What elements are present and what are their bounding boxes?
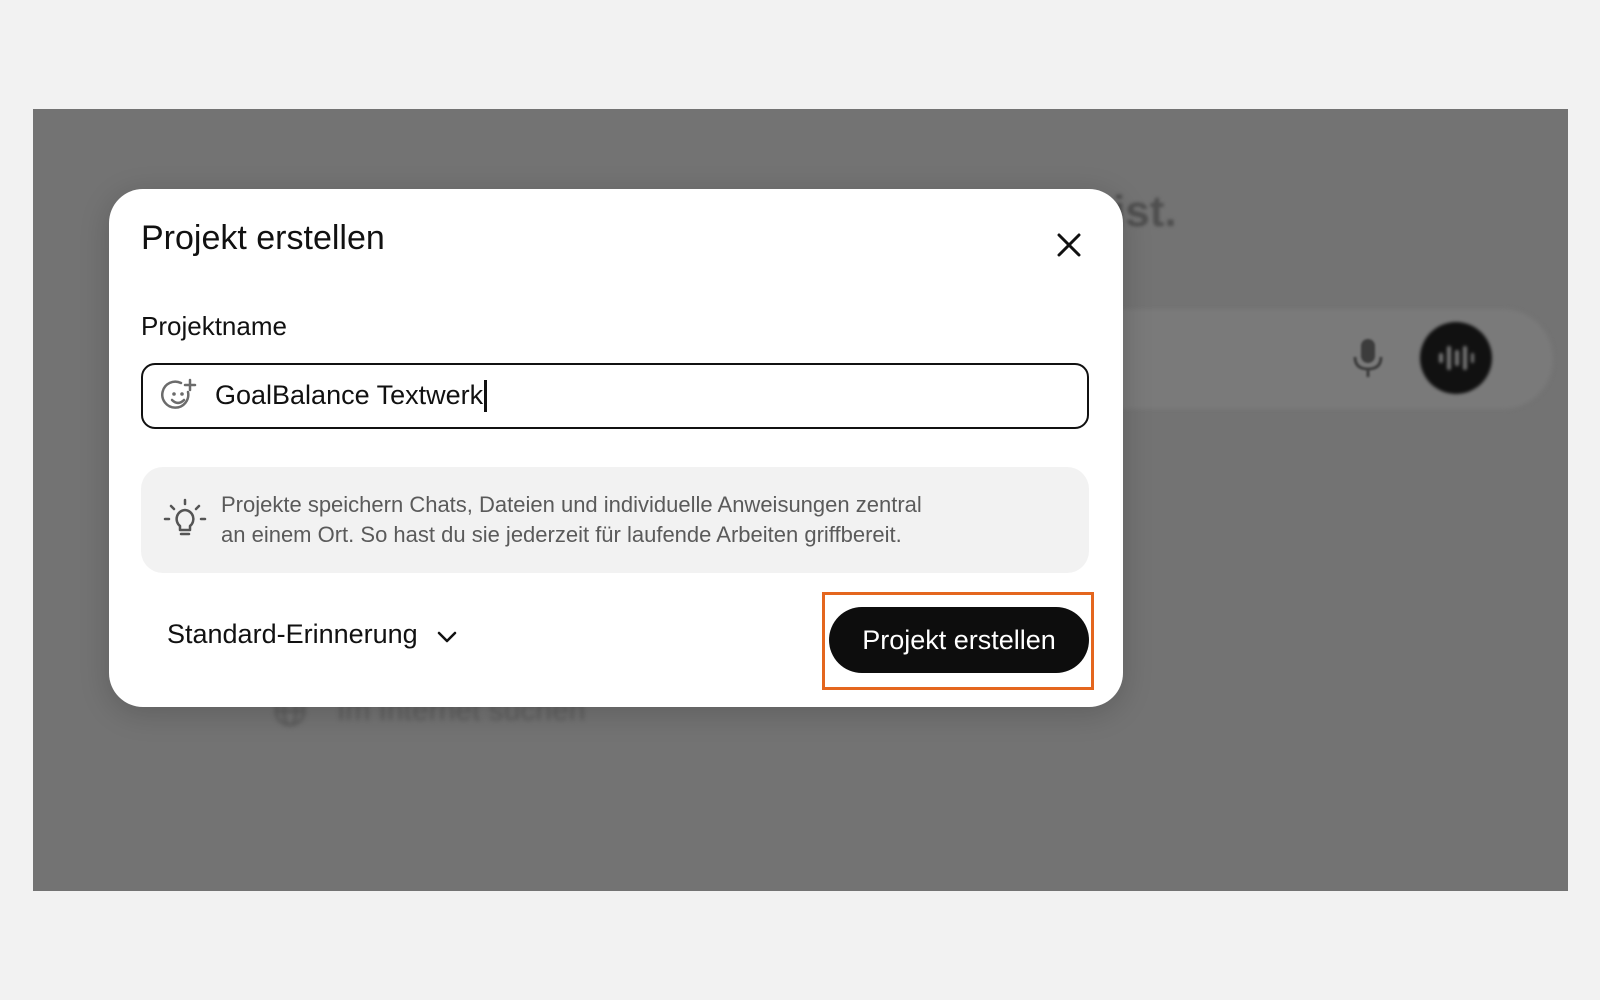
voice-mode-button (1420, 322, 1492, 394)
reminder-dropdown[interactable]: Standard-Erinnerung (167, 619, 458, 650)
close-icon (1057, 233, 1081, 257)
project-name-input[interactable]: GoalBalance Textwerk (141, 363, 1089, 429)
project-name-label: Projektname (141, 311, 287, 341)
voice-mode-icon (1439, 346, 1474, 370)
info-text: Projekte speichern Chats, Dateien und in… (221, 490, 1041, 550)
text-caret (484, 380, 488, 413)
lightbulb-icon (163, 498, 207, 536)
create-project-dialog: Projekt erstellen Projektname GoalBalanc… (109, 189, 1123, 707)
create-project-button[interactable]: Projekt erstellen (829, 607, 1089, 673)
close-button[interactable] (1049, 225, 1089, 265)
dialog-title: Projekt erstellen (141, 219, 385, 257)
chevron-down-icon[interactable] (436, 626, 458, 648)
reminder-label[interactable]: Standard-Erinnerung (167, 619, 418, 650)
project-name-text[interactable]: GoalBalance Textwerk (215, 380, 483, 410)
mic-icon (1353, 339, 1383, 377)
emoji-add-icon[interactable] (161, 378, 197, 414)
info-hint-box: Projekte speichern Chats, Dateien und in… (141, 467, 1089, 573)
info-text-line-2: an einem Ort. So hast du sie jederzeit f… (221, 522, 902, 547)
info-text-line-1: Projekte speichern Chats, Dateien und in… (221, 492, 922, 517)
project-name-value[interactable]: GoalBalance Textwerk (215, 380, 488, 413)
